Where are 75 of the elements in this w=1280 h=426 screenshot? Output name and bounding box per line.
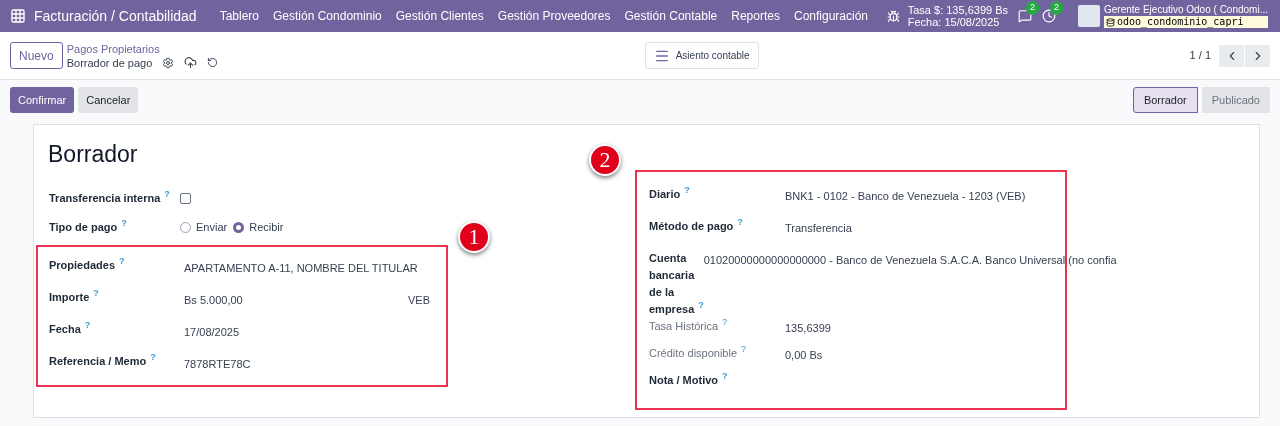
help-icon[interactable]: ? xyxy=(150,352,156,362)
field-value: BNK1 - 0102 - Banco de Venezuela - 1203 (VEB) xyxy=(785,188,1026,204)
currency-code: VEB xyxy=(408,292,430,308)
debug-icon[interactable] xyxy=(886,9,900,23)
help-icon[interactable]: ? xyxy=(722,317,728,327)
radio-label[interactable]: Recibir xyxy=(249,218,284,236)
field-value: Transferencia xyxy=(785,220,852,236)
menu-item[interactable]: Gestión Contable xyxy=(624,7,718,25)
apps-menu-icon[interactable] xyxy=(10,8,26,24)
field-label: Tasa Histórica $^{?}$ xyxy=(649,317,729,334)
help-icon[interactable]: ? xyxy=(741,344,747,354)
help-icon[interactable]: ? xyxy=(164,189,170,200)
record-name: Borrador de pago xyxy=(66,55,153,70)
menu-item[interactable]: Tablero xyxy=(219,7,259,25)
new-button[interactable]: Nuevo xyxy=(10,42,63,69)
database-name: odoo_condominio_capri xyxy=(1104,16,1268,28)
field-label: Método de pago $^{?}$ xyxy=(649,217,744,234)
field-label: Tipo de pago $^{?}$ xyxy=(49,218,128,235)
field-value: 7878RTE78C xyxy=(184,356,251,372)
user-name[interactable]: Gerente Ejecutivo Odoo ( Condomi... xyxy=(1104,4,1268,16)
app-title[interactable]: Facturación / Contabilidad xyxy=(34,5,197,27)
field-label: Crédito disponible $^{?}$ xyxy=(649,344,748,361)
menu-item[interactable]: Gestión Condominio xyxy=(273,7,382,25)
help-icon[interactable]: ? xyxy=(121,218,127,229)
menu-item[interactable]: Reportes xyxy=(731,7,780,25)
count-badge: 2 xyxy=(1050,1,1064,15)
form-title: Borrador xyxy=(48,140,138,169)
field-value: 17/08/2025 xyxy=(184,324,240,340)
field-label: Importe $^{?}$ xyxy=(49,288,100,305)
field-value: APARTAMENTO A-11, NOMBRE DEL TITULAR xyxy=(184,260,418,276)
radio-button[interactable] xyxy=(233,221,245,233)
help-icon[interactable]: ? xyxy=(93,288,99,298)
help-icon[interactable]: ? xyxy=(698,300,704,310)
activities-icon[interactable] xyxy=(1042,9,1056,23)
count-badge: 2 xyxy=(1026,1,1040,15)
field-label: Nota / Motivo $^{?}$ xyxy=(649,371,729,388)
field-label: Diario $^{?}$ xyxy=(649,185,691,202)
checkbox[interactable] xyxy=(180,192,191,204)
breadcrumb-link[interactable]: Pagos Propietarios xyxy=(66,41,587,56)
status-step[interactable]: Publicado xyxy=(1201,87,1270,113)
exchange-rate: Tasa $: 135,6399 Bs xyxy=(907,4,1008,16)
field-label: Referencia / Memo $^{?}$ xyxy=(49,352,157,369)
menu-item[interactable]: Gestión Clientes xyxy=(395,7,484,25)
help-icon[interactable]: ? xyxy=(722,371,728,381)
cancel-button[interactable]: Cancelar xyxy=(78,87,139,113)
next-button[interactable] xyxy=(1245,44,1270,67)
current-date: Fecha: 15/08/2025 xyxy=(907,16,1001,28)
journal-entry-button[interactable]: Asiento contable xyxy=(644,42,759,69)
field-value: 01020000000000000000 - Banco de Venezuela S.A.C.A. Banco Universal (no confia xyxy=(703,252,1117,268)
field-value: 135,6399 xyxy=(785,320,831,336)
discard-icon[interactable] xyxy=(207,57,219,68)
menu-item[interactable]: Configuración xyxy=(793,7,868,25)
radio-label[interactable]: Enviar xyxy=(196,218,228,236)
help-icon[interactable]: ? xyxy=(84,320,91,330)
chat-icon[interactable] xyxy=(1018,9,1032,23)
field-label: Propiedades $^{?}$ xyxy=(49,256,126,273)
gear-icon[interactable] xyxy=(162,56,175,69)
help-icon[interactable]: ? xyxy=(737,217,743,227)
help-icon[interactable]: ? xyxy=(119,256,125,266)
field-label: Fecha $^{?}$ xyxy=(49,320,92,337)
field-value: 0,00 Bs xyxy=(785,347,823,363)
status-step[interactable]: Borrador xyxy=(1132,87,1198,113)
save-icon[interactable] xyxy=(184,56,198,69)
menu-item[interactable]: Gestión Proveedores xyxy=(497,7,611,25)
field-label: Transferencia interna $^{?}$ xyxy=(49,189,171,206)
database-icon xyxy=(1106,17,1115,27)
radio-button[interactable] xyxy=(180,221,191,233)
callout-badge: 2 xyxy=(589,143,621,176)
pager-value: 1 / 1 xyxy=(1189,48,1211,64)
field-label: Cuenta bancaria de la empresa $^{?}$ xyxy=(649,250,704,317)
previous-button[interactable] xyxy=(1219,44,1244,67)
confirm-button[interactable]: Confirmar xyxy=(10,87,75,113)
help-icon[interactable]: ? xyxy=(684,185,690,195)
callout-badge: 1 xyxy=(458,220,490,253)
field-value: Bs 5.000,00 xyxy=(184,292,243,308)
